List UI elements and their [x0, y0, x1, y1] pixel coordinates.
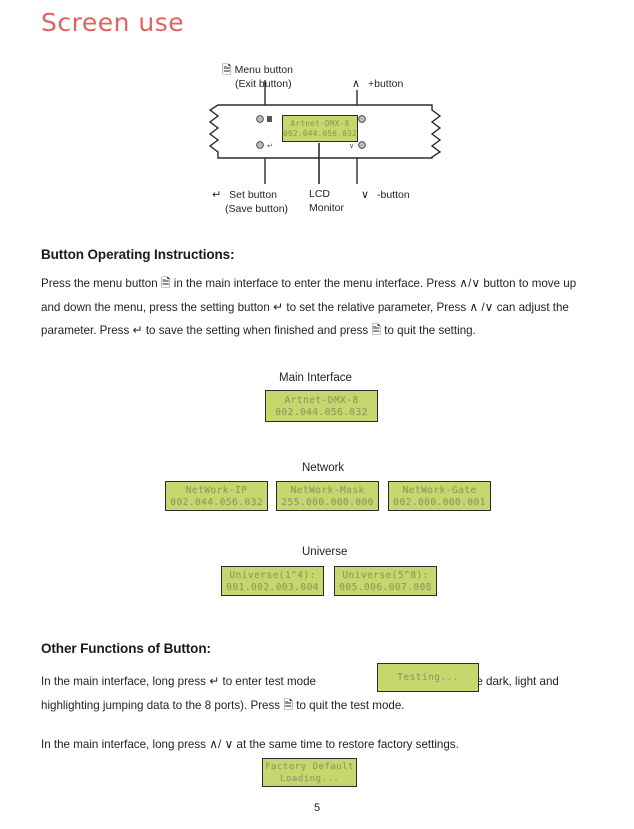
label-monitor-text: Monitor	[309, 201, 345, 214]
factory-text-2: /	[218, 738, 222, 751]
factory-text-3: at the same time to restore factory sett…	[236, 738, 459, 751]
label-lcd-text: LCD	[309, 188, 331, 200]
label-menu-button-text: Menu button	[234, 64, 293, 76]
universe-5-8-lcd-line-2: 005.006.007.008	[339, 581, 432, 593]
network-gate-lcd-line-1: NetWork-Gate	[402, 484, 477, 496]
factory-default-lcd-line-2: Loading...	[279, 772, 340, 784]
network-title: Network	[302, 462, 345, 474]
network-ip-lcd-line-2: 002.044.056.032	[170, 496, 263, 508]
document-icon: 🗎	[371, 323, 382, 337]
page-number: 5	[313, 802, 321, 814]
label-plus-button: ∧ +button	[352, 77, 403, 92]
svg-text:∨: ∨	[349, 142, 354, 150]
factory-default-lcd: Factory Default Loading...	[262, 758, 357, 787]
section-heading-other-functions: Other Functions of Button:	[41, 641, 211, 656]
label-minus-button-text: -button	[376, 189, 410, 201]
other-text-2: to enter test mode	[222, 675, 316, 688]
universe-5-8-lcd-line-1: Universe(5^8):	[342, 569, 429, 581]
universe-1-4-lcd: Universe(1^4): 001.002.003.004	[221, 566, 324, 596]
network-gate-lcd-line-2: 002.000.000.001	[393, 496, 486, 508]
main-interface-lcd-line-2: 002.044.056.032	[275, 406, 368, 418]
document-icon: 🗎	[222, 63, 232, 77]
chevron-down-icon: ∨	[361, 188, 370, 201]
instr-text-1: Press the menu button	[41, 277, 158, 290]
device-lcd-line-1: Artnet-DMX-8	[290, 119, 350, 129]
label-minus-button: ∨ -button	[361, 188, 410, 203]
universe-5-8-lcd: Universe(5^8): 005.006.007.008	[334, 566, 437, 596]
network-mask-lcd-line-2: 255.000.000.000	[281, 496, 374, 508]
chevron-up-icon: ∧	[459, 276, 469, 290]
instr-text-9: to save the setting when finished and pr…	[145, 324, 369, 337]
page-title: Screen use	[41, 8, 185, 37]
device-diagram: ↵ ∧ ∨ Artnet-DMX-8 002.044.056.032 🗎 Men…	[190, 58, 460, 223]
label-save-button-text: (Save button)	[225, 202, 289, 215]
enter-arrow-icon: ↵	[132, 323, 143, 337]
other-text-1: In the main interface, long press	[41, 675, 206, 688]
main-interface-lcd: Artnet-DMX-8 002.044.056.032	[265, 390, 378, 422]
universe-1-4-lcd-line-1: Universe(1^4):	[229, 569, 316, 581]
main-interface-lcd-line-1: Artnet-DMX-8	[284, 394, 359, 406]
network-ip-lcd: NetWork-IP 002.044.056.032	[165, 481, 268, 511]
label-exit-button-text: (Exit button)	[235, 77, 292, 90]
enter-arrow-icon: ↵	[212, 188, 222, 201]
main-interface-title: Main Interface	[279, 372, 352, 384]
label-set-button-text: Set button	[229, 189, 278, 201]
factory-text-1: In the main interface, long press	[41, 738, 206, 751]
chevron-down-icon: ∨	[484, 299, 494, 314]
device-lcd-line-2: 002.044.056.032	[283, 128, 357, 138]
network-mask-lcd: NetWork-Mask 255.000.000.000	[276, 481, 379, 511]
instr-text-5: to set the relative parameter,	[286, 300, 434, 314]
section-body-instructions: Press the menu button 🗎 in the main inte…	[41, 272, 597, 343]
other-text-5: to quit the test mode.	[296, 698, 405, 712]
instr-text-6: Press	[436, 300, 467, 314]
section-body-factory-reset: In the main interface, long press ∧/ ∨ a…	[41, 733, 597, 757]
device-lcd-screen: Artnet-DMX-8 002.044.056.032	[282, 115, 358, 142]
chevron-down-icon: ∨	[471, 276, 481, 290]
label-set-button: ↵ Set button (Save button)	[212, 188, 288, 216]
chevron-down-icon: ∨	[224, 737, 234, 751]
network-mask-lcd-line-1: NetWork-Mask	[290, 484, 365, 496]
document-icon: 🗎	[160, 276, 171, 290]
network-gate-lcd: NetWork-Gate 002.000.000.001	[388, 481, 491, 511]
label-menu-button: 🗎 Menu button (Exit button)	[222, 64, 293, 91]
factory-default-lcd-line-1: Factory Default	[265, 761, 354, 772]
section-body-other-functions: In the main interface, long press ↵ to e…	[41, 670, 597, 717]
chevron-up-icon: ∧	[352, 77, 361, 90]
label-lcd-monitor: LCD Monitor	[309, 188, 344, 215]
document-icon: 🗎	[283, 697, 293, 712]
chevron-up-icon: ∧	[469, 299, 479, 314]
universe-title: Universe	[302, 546, 348, 558]
testing-lcd-line-1: Testing...	[397, 671, 459, 683]
universe-1-4-lcd-line-2: 001.002.003.004	[226, 581, 319, 593]
enter-arrow-icon: ↵	[209, 674, 220, 688]
chevron-up-icon: ∧	[209, 737, 219, 751]
label-plus-button-text: +button	[367, 78, 404, 90]
manual-page: Screen use ↵ ∧ ∨ Artnet-DMX-8 002.	[0, 0, 634, 829]
section-heading-instructions: Button Operating Instructions:	[41, 247, 235, 262]
network-ip-lcd-line-1: NetWork-IP	[185, 484, 248, 496]
testing-lcd: Testing...	[377, 663, 479, 692]
instr-text-2: in the main interface to enter the menu …	[173, 277, 457, 290]
enter-arrow-icon: ↵	[273, 299, 284, 314]
svg-text:↵: ↵	[267, 142, 273, 150]
instr-text-10: to quit the setting.	[384, 324, 476, 337]
